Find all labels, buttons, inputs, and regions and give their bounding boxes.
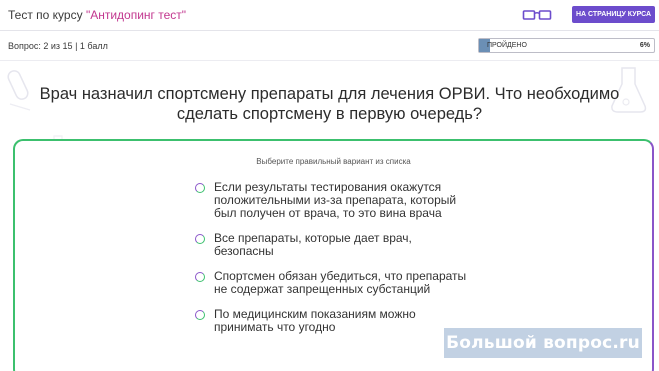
answer-option-label: По медицинским показаниям можно принимат…: [214, 307, 416, 334]
test-title: Тест по курсу "Антидопинг тест": [8, 8, 186, 22]
question-info: Вопрос: 2 из 15 | 1 балл: [8, 41, 108, 51]
to-course-button[interactable]: НА СТРАНИЦУ КУРСА: [572, 6, 655, 23]
progress-label: ПРОЙДЕНО: [487, 42, 527, 49]
progress-bar: ПРОЙДЕНО 6%: [478, 38, 655, 53]
answer-option-1[interactable]: Если результаты тестирования окажутся по…: [192, 181, 472, 220]
quiz-page: Тест по курсу "Антидопинг тест" НА СТРАН…: [0, 0, 659, 371]
answer-option-4[interactable]: По медицинским показаниям можно принимат…: [192, 308, 472, 334]
radio-button[interactable]: [195, 234, 205, 244]
answer-instruction: Выберите правильный вариант из списка: [256, 157, 411, 166]
header-divider: [0, 60, 659, 61]
glasses-icon: [522, 10, 552, 20]
answer-option-label: Спортсмен обязан убедиться, что препарат…: [214, 269, 467, 296]
progress-percent: 6%: [639, 42, 650, 49]
radio-button[interactable]: [195, 183, 205, 193]
header: Тест по курсу "Антидопинг тест" НА СТРАН…: [0, 0, 659, 31]
test-title-prefix: Тест по курсу: [8, 8, 86, 22]
answer-option-label: Все препараты, которые дает врач, безопа…: [214, 231, 412, 258]
radio-button[interactable]: [195, 272, 205, 282]
watermark: Большой вопрос.ru: [444, 328, 642, 358]
radio-button[interactable]: [195, 310, 205, 320]
answer-option-3[interactable]: Спортсмен обязан убедиться, что препарат…: [192, 270, 472, 296]
answer-option-label: Если результаты тестирования окажутся по…: [214, 180, 457, 220]
course-name: "Антидопинг тест": [85, 8, 187, 22]
answer-options: Если результаты тестирования окажутся по…: [192, 181, 472, 346]
answer-option-2[interactable]: Все препараты, которые дает врач, безопа…: [192, 232, 472, 258]
question-text: Врач назначил спортсмену препараты для л…: [39, 85, 620, 123]
